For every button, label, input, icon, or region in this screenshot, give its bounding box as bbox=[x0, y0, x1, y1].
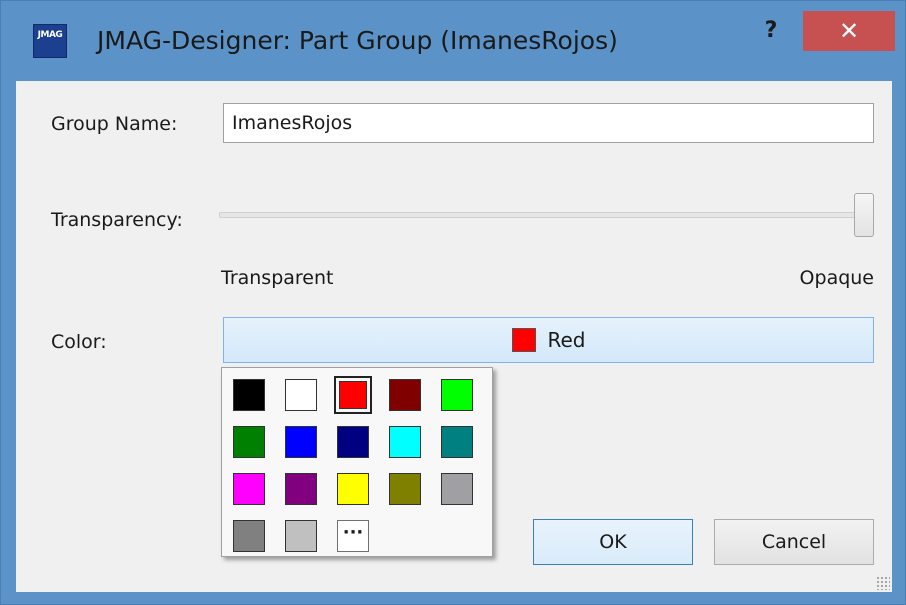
color-swatch[interactable] bbox=[282, 423, 320, 461]
color-swatch[interactable] bbox=[438, 470, 476, 508]
color-swatch-fill bbox=[337, 426, 369, 458]
close-button[interactable]: ✕ bbox=[803, 11, 895, 51]
dialog-window: JMAG JMAG-Designer: Part Group (ImanesRo… bbox=[0, 0, 906, 605]
color-swatch-fill bbox=[389, 379, 421, 411]
more-colors-ellipsis-icon: ··· bbox=[337, 520, 369, 552]
color-swatch[interactable] bbox=[282, 470, 320, 508]
color-swatch-fill bbox=[285, 426, 317, 458]
transparency-label: Transparency: bbox=[51, 209, 183, 231]
color-swatch[interactable] bbox=[230, 470, 268, 508]
color-swatch-fill bbox=[285, 473, 317, 505]
color-swatch[interactable] bbox=[334, 423, 372, 461]
color-swatch[interactable] bbox=[282, 517, 320, 555]
transparency-slider-track[interactable] bbox=[219, 212, 874, 218]
cancel-button[interactable]: Cancel bbox=[714, 519, 874, 565]
resize-grip-icon[interactable] bbox=[876, 576, 890, 590]
color-swatch[interactable] bbox=[230, 376, 268, 414]
color-swatch-fill bbox=[389, 426, 421, 458]
color-swatch[interactable] bbox=[386, 376, 424, 414]
color-swatch-fill bbox=[233, 473, 265, 505]
color-dropdown-button[interactable]: Red bbox=[223, 317, 874, 363]
color-swatch-fill bbox=[441, 379, 473, 411]
color-swatch-fill bbox=[339, 381, 367, 409]
ok-button[interactable]: OK bbox=[533, 519, 693, 565]
window-title: JMAG-Designer: Part Group (ImanesRojos) bbox=[97, 26, 618, 55]
color-swatch[interactable] bbox=[334, 470, 372, 508]
color-swatch[interactable] bbox=[230, 423, 268, 461]
color-palette-popup: ··· bbox=[221, 367, 493, 557]
transparency-slider-thumb[interactable] bbox=[854, 193, 874, 237]
dialog-body: Group Name: Transparency: Transparent Op… bbox=[16, 81, 892, 592]
color-swatch-fill bbox=[233, 520, 265, 552]
transparent-label: Transparent bbox=[221, 267, 334, 289]
color-swatch-fill bbox=[441, 426, 473, 458]
selected-color-name: Red bbox=[547, 328, 586, 352]
color-swatch-fill bbox=[337, 473, 369, 505]
opaque-label: Opaque bbox=[799, 267, 874, 289]
color-swatch-fill bbox=[441, 473, 473, 505]
jmag-app-icon: JMAG bbox=[33, 24, 67, 58]
help-button[interactable]: ? bbox=[749, 13, 793, 49]
color-swatch[interactable] bbox=[230, 517, 268, 555]
color-swatch[interactable] bbox=[334, 376, 372, 414]
more-colors-button[interactable]: ··· bbox=[334, 517, 372, 555]
color-swatch-fill bbox=[285, 520, 317, 552]
color-swatch-fill bbox=[233, 379, 265, 411]
selected-color-chip bbox=[511, 328, 536, 352]
color-swatch[interactable] bbox=[438, 376, 476, 414]
color-swatch-fill bbox=[233, 426, 265, 458]
color-swatch[interactable] bbox=[282, 376, 320, 414]
color-label: Color: bbox=[51, 331, 107, 353]
color-swatch[interactable] bbox=[438, 423, 476, 461]
group-name-label: Group Name: bbox=[51, 113, 178, 135]
color-swatch[interactable] bbox=[386, 470, 424, 508]
color-swatch[interactable] bbox=[386, 423, 424, 461]
color-palette-grid: ··· bbox=[230, 376, 476, 555]
title-bar[interactable]: JMAG JMAG-Designer: Part Group (ImanesRo… bbox=[1, 1, 905, 81]
color-swatch-fill bbox=[285, 379, 317, 411]
group-name-input[interactable] bbox=[223, 103, 874, 143]
color-swatch-fill bbox=[389, 473, 421, 505]
